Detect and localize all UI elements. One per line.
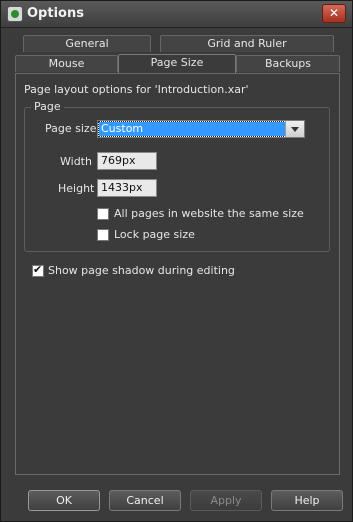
page-group: Page Page size Custom Width 769px Height…	[24, 100, 330, 252]
lock-page-size-label: Lock page size	[114, 228, 195, 241]
tab-backups[interactable]: Backups	[236, 55, 340, 72]
page-size-label: Page size	[45, 122, 97, 135]
close-icon: ✕	[328, 6, 340, 20]
tab-mouse[interactable]: Mouse	[15, 55, 118, 72]
cancel-button[interactable]: Cancel	[109, 490, 181, 511]
same-size-checkbox[interactable]	[97, 208, 109, 220]
help-button[interactable]: Help	[271, 490, 343, 511]
ok-button[interactable]: OK	[28, 490, 100, 511]
same-size-label: All pages in website the same size	[114, 207, 304, 220]
page-size-panel: Page layout options for 'Introduction.xa…	[15, 73, 340, 475]
lock-page-size-checkbox[interactable]	[97, 229, 109, 241]
page-shadow-label: Show page shadow during editing	[48, 264, 235, 277]
page-size-select[interactable]: Custom	[97, 120, 305, 138]
group-label: Page	[31, 100, 64, 113]
options-dialog: Options ✕ General Grid and Ruler Mouse P…	[0, 0, 353, 522]
tab-strip: General Grid and Ruler Mouse Page Size B…	[15, 35, 340, 75]
close-button[interactable]: ✕	[322, 4, 346, 23]
height-label: Height	[58, 182, 95, 195]
page-size-value: Custom	[98, 121, 286, 137]
panel-heading: Page layout options for 'Introduction.xa…	[24, 83, 249, 96]
width-label: Width	[60, 155, 92, 168]
chevron-down-icon[interactable]	[285, 121, 304, 137]
apply-button[interactable]: Apply	[190, 490, 262, 511]
window-title: Options	[27, 6, 84, 21]
tab-general[interactable]: General	[23, 35, 151, 52]
app-icon	[7, 6, 23, 22]
tab-grid-and-ruler[interactable]: Grid and Ruler	[160, 35, 334, 52]
height-field[interactable]: 1433px	[97, 179, 157, 197]
title-bar[interactable]: Options ✕	[1, 1, 352, 28]
tab-page-size[interactable]: Page Size	[118, 54, 236, 73]
width-field[interactable]: 769px	[97, 152, 157, 170]
page-shadow-checkbox[interactable]	[32, 263, 44, 277]
